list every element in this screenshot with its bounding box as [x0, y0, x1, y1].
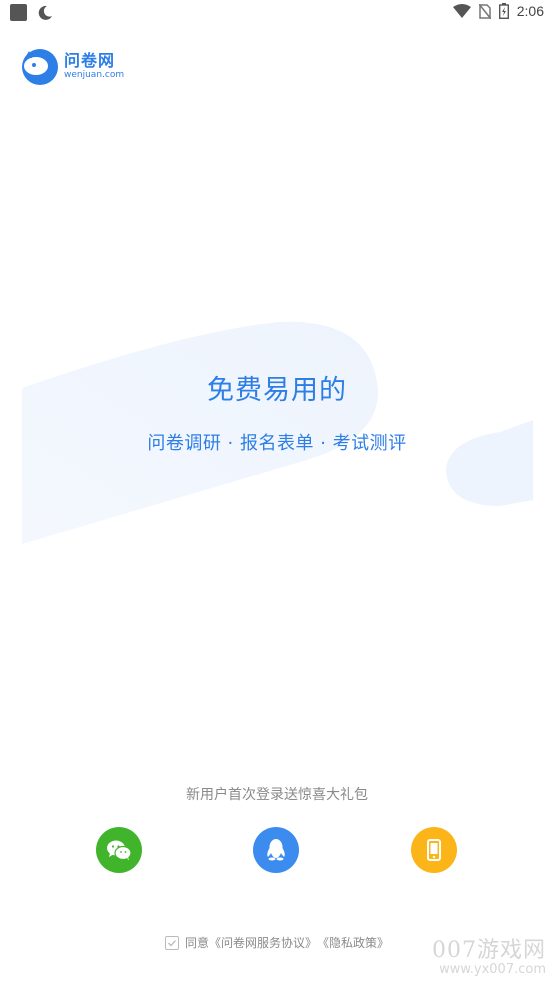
qq-login-button[interactable] [253, 827, 299, 873]
qq-icon [267, 839, 285, 861]
gift-note: 新用户首次登录送惊喜大礼包 [186, 787, 368, 803]
check-icon [168, 939, 176, 946]
watermark-url: www.yx007.com [439, 962, 546, 977]
watermark-title: 007游戏网 [432, 938, 546, 963]
wechat-icon [107, 840, 132, 861]
phone-login-button[interactable] [411, 827, 457, 873]
site-watermark: 007游戏网 www.yx007.com [432, 932, 546, 977]
agreement-checkbox[interactable] [165, 935, 179, 950]
privacy-policy-link[interactable]: 《隐私政策》 [317, 934, 389, 951]
service-agreement-link[interactable]: 《问卷网服务协议》 [209, 934, 317, 951]
wechat-login-button[interactable] [96, 827, 142, 873]
phone-icon [427, 839, 441, 861]
headline: 免费易用的 [207, 375, 347, 406]
login-options [0, 827, 554, 873]
agreement-prefix: 同意 [185, 936, 210, 950]
subline: 问卷调研 · 报名表单 · 考试测评 [147, 433, 407, 454]
agreement-row: 同意 《问卷网服务协议》 《隐私政策》 [165, 934, 389, 951]
